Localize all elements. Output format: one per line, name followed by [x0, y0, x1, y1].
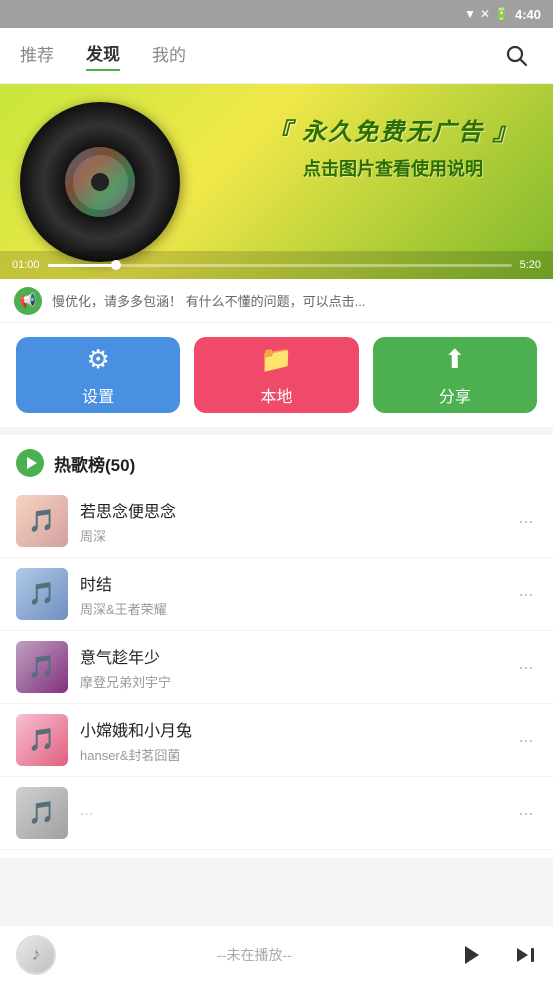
action-buttons: ⚙ 设置 📁 本地 ⬆ 分享 [0, 323, 553, 427]
song-thumbnail-1: 🎵 [16, 495, 68, 547]
player-controls [453, 938, 537, 972]
banner-subtitle: 点击图片查看使用说明 [253, 155, 533, 181]
local-label: 本地 [260, 383, 292, 407]
progress-fill [48, 264, 118, 267]
player-avatar[interactable]: ♪ [16, 935, 56, 975]
song-more-4[interactable]: ··· [514, 726, 537, 755]
share-icon: ⬆ [444, 344, 466, 375]
song-info-3: 意气趁年少 摩登兄弟刘宇宁 [80, 644, 502, 691]
player-status: --未在播放-- [68, 945, 441, 965]
bottom-player: ♪ --未在播放-- [0, 925, 553, 983]
progress-start: 01:00 [12, 259, 40, 271]
settings-button[interactable]: ⚙ 设置 [16, 337, 180, 413]
progress-end: 5:20 [520, 259, 541, 271]
song-thumbnail-4: 🎵 [16, 714, 68, 766]
play-button[interactable] [453, 938, 487, 972]
tab-tuijian[interactable]: 推荐 [20, 41, 54, 70]
song-info-4: 小嫦娥和小月兔 hanser&封茗囧菌 [80, 717, 502, 764]
song-item[interactable]: 🎵 若思念便思念 周深 ··· [0, 485, 553, 558]
share-button[interactable]: ⬆ 分享 [373, 337, 537, 413]
nav-tabs: 推荐 发现 我的 [20, 40, 186, 71]
song-name-2: 时结 [80, 571, 502, 595]
song-name-4: 小嫦娥和小月兔 [80, 717, 502, 741]
vinyl-record [20, 102, 180, 262]
song-name-3: 意气趁年少 [80, 644, 502, 668]
next-button[interactable] [507, 940, 537, 970]
local-icon: 📁 [260, 344, 292, 375]
search-button[interactable] [501, 40, 533, 72]
status-time: 4:40 [515, 7, 541, 22]
signal-icon: ▼ [464, 7, 476, 21]
status-bar: ▼ ✕ 🔋 4:40 [0, 0, 553, 28]
song-item[interactable]: 🎵 时结 周深&王者荣耀 ··· [0, 558, 553, 631]
song-more-5[interactable]: ··· [514, 799, 537, 828]
banner-text-area: 『 永久免费无广告 』 点击图片查看使用说明 [253, 112, 533, 181]
song-more-3[interactable]: ··· [514, 653, 537, 682]
share-label: 分享 [439, 383, 471, 407]
player-spacer [0, 858, 553, 916]
settings-label: 设置 [82, 383, 114, 407]
settings-icon: ⚙ [87, 344, 110, 375]
song-item[interactable]: 🎵 意气趁年少 摩登兄弟刘宇宁 ··· [0, 631, 553, 704]
song-item[interactable]: 🎵 小嫦娥和小月兔 hanser&封茗囧菌 ··· [0, 704, 553, 777]
section-header: 热歌榜(50) [0, 435, 553, 485]
song-thumbnail-3: 🎵 [16, 641, 68, 693]
speaker-icon: 📢 [19, 292, 36, 309]
song-artist-3: 摩登兄弟刘宇宁 [80, 672, 502, 691]
song-name-5: ... [80, 802, 502, 820]
hot-songs-title: 热歌榜(50) [54, 451, 135, 476]
local-button[interactable]: 📁 本地 [194, 337, 358, 413]
battery-icon: 🔋 [494, 7, 509, 21]
banner-title: 『 永久免费无广告 』 [253, 112, 533, 147]
song-artist-2: 周深&王者荣耀 [80, 599, 502, 618]
tab-faxian[interactable]: 发现 [86, 40, 120, 71]
song-name-1: 若思念便思念 [80, 498, 502, 522]
song-artist-4: hanser&封茗囧菌 [80, 745, 502, 764]
progress-track[interactable] [48, 264, 512, 267]
status-icons: ▼ ✕ 🔋 [464, 7, 509, 21]
network-icon: ✕ [480, 7, 490, 21]
progress-bar: 01:00 5:20 [0, 251, 553, 279]
song-info-1: 若思念便思念 周深 [80, 498, 502, 545]
announce-icon: 📢 [14, 287, 42, 315]
song-more-2[interactable]: ··· [514, 580, 537, 609]
song-item[interactable]: 🎵 ... ··· [0, 777, 553, 850]
announce-text: 慢优化，请多多包涵！ 有什么不懂的问题，可以点击... [52, 291, 365, 310]
song-info-2: 时结 周深&王者荣耀 [80, 571, 502, 618]
music-note-icon: ♪ [32, 944, 41, 965]
song-info-5: ... [80, 802, 502, 824]
announce-bar: 📢 慢优化，请多多包涵！ 有什么不懂的问题，可以点击... [0, 279, 553, 323]
song-more-1[interactable]: ··· [514, 507, 537, 536]
song-list: 🎵 若思念便思念 周深 ··· 🎵 时结 周深&王者荣耀 ··· 🎵 意气趁年少… [0, 485, 553, 858]
play-all-button[interactable] [16, 449, 44, 477]
banner[interactable]: 『 永久免费无广告 』 点击图片查看使用说明 01:00 5:20 [0, 84, 553, 279]
song-thumbnail-5: 🎵 [16, 787, 68, 839]
tab-wode[interactable]: 我的 [152, 41, 186, 70]
top-nav: 推荐 发现 我的 [0, 28, 553, 84]
song-thumbnail-2: 🎵 [16, 568, 68, 620]
song-artist-1: 周深 [80, 526, 502, 545]
